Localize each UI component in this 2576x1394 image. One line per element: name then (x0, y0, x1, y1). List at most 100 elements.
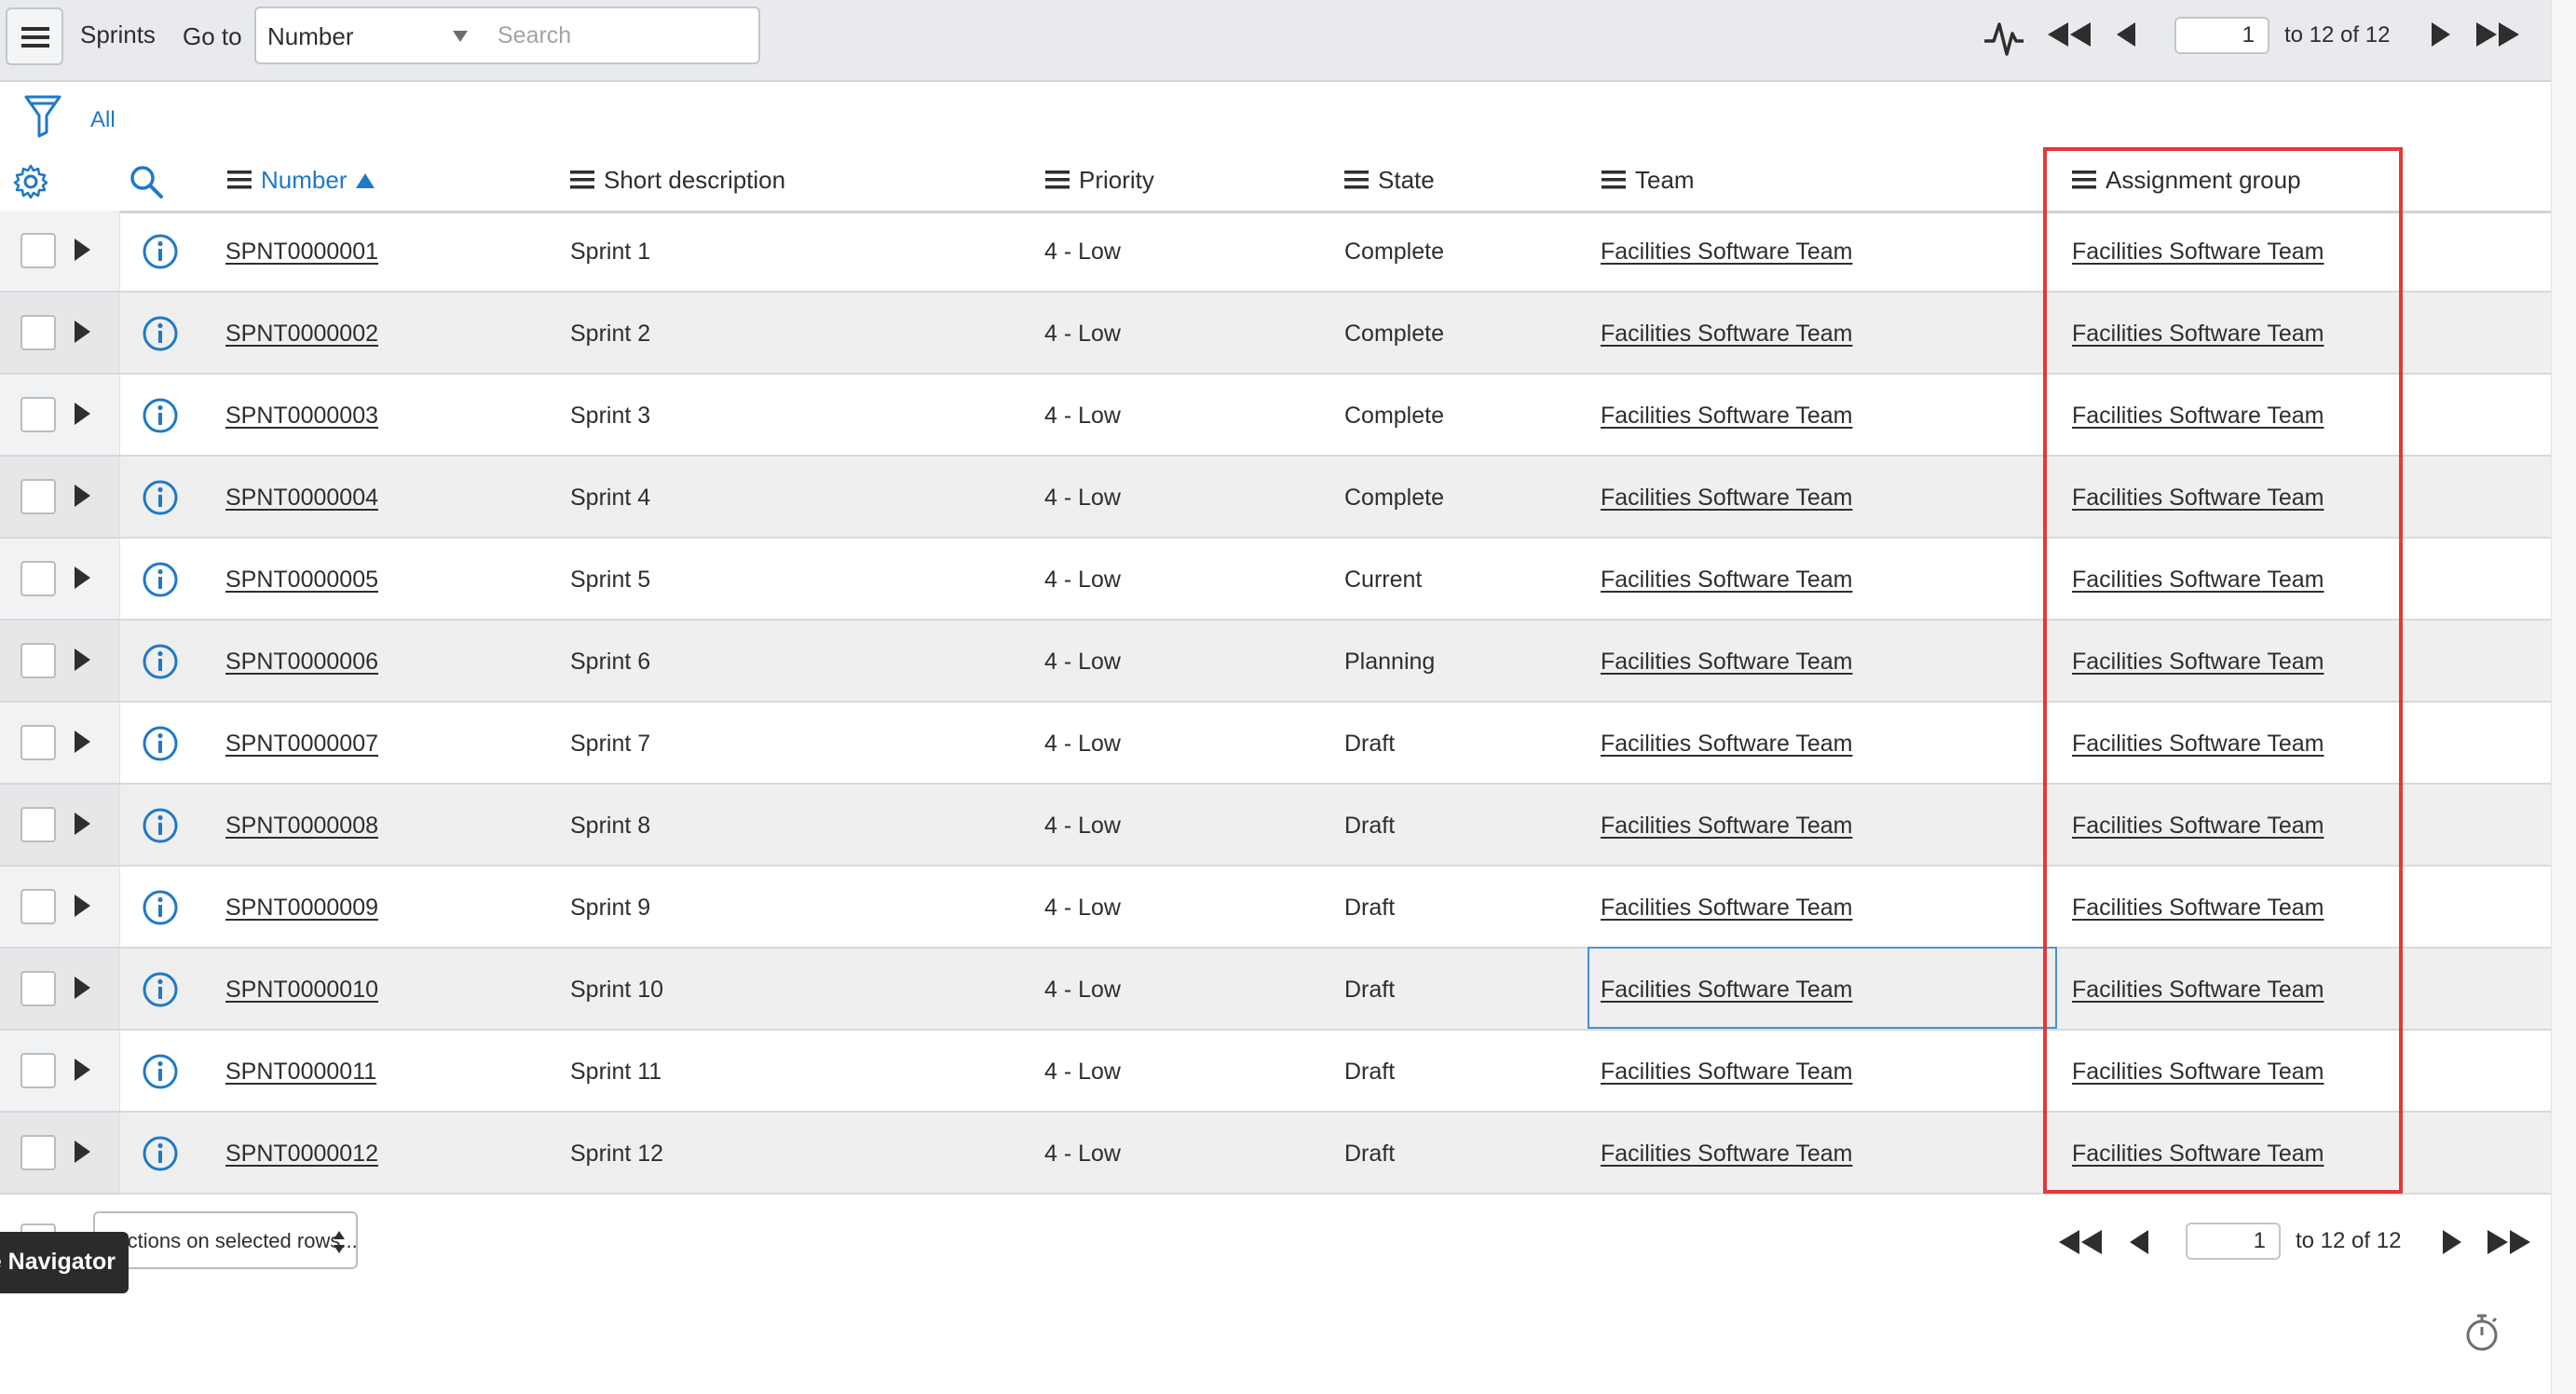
row-team-link[interactable]: Facilities Software Team (1601, 321, 1852, 348)
row-assignment-group-link[interactable]: Facilities Software Team (2072, 567, 2324, 594)
vertical-scrollbar[interactable] (2551, 0, 2576, 1394)
row-checkbox[interactable] (20, 889, 56, 924)
row-assignment-group-link[interactable]: Facilities Software Team (2072, 485, 2324, 512)
row-checkbox[interactable] (20, 397, 56, 432)
table-row[interactable]: SPNT0000011 Sprint 11 4 - Low Draft Faciliti… (0, 1031, 2551, 1113)
footer-last-page-icon[interactable] (2486, 1230, 2532, 1254)
row-assignment-group-link[interactable]: Facilities Software Team (2072, 731, 2324, 758)
row-assignment-group-link[interactable]: Facilities Software Team (2072, 239, 2324, 266)
table-row[interactable]: SPNT0000005 Sprint 5 4 - Low Current Facilit… (0, 539, 2551, 621)
row-number-link[interactable]: SPNT0000004 (225, 485, 378, 512)
row-team-link[interactable]: Facilities Software Team (1601, 895, 1852, 922)
table-row[interactable]: SPNT0000010 Sprint 10 4 - Low Draft Faciliti… (0, 947, 2551, 1031)
table-row[interactable]: SPNT0000001 Sprint 1 4 - Low Complete Facili… (0, 211, 2551, 293)
row-checkbox[interactable] (20, 807, 56, 842)
expand-row-icon[interactable] (73, 1059, 91, 1081)
row-number-link[interactable]: SPNT0000007 (225, 731, 378, 758)
column-menu-icon[interactable] (1045, 171, 1070, 189)
last-page-icon[interactable] (2474, 22, 2521, 47)
expand-row-icon[interactable] (73, 403, 91, 425)
expand-row-icon[interactable] (73, 895, 91, 917)
goto-field-select[interactable]: Number (254, 7, 483, 64)
gear-icon[interactable] (13, 164, 48, 199)
row-number-link[interactable]: SPNT0000010 (225, 977, 378, 1004)
info-icon[interactable] (142, 315, 179, 352)
row-checkbox[interactable] (20, 233, 56, 268)
column-header-team[interactable]: Team (1601, 166, 1695, 195)
row-assignment-group-link[interactable]: Facilities Software Team (2072, 1059, 2324, 1086)
row-team-link[interactable]: Facilities Software Team (1601, 1059, 1852, 1086)
row-assignment-group-link[interactable]: Facilities Software Team (2072, 403, 2324, 430)
row-number-link[interactable]: SPNT0000009 (225, 895, 378, 922)
table-row[interactable]: SPNT0000002 Sprint 2 4 - Low Complete Facili… (0, 293, 2551, 375)
actions-on-selected-rows-select[interactable]: Actions on selected rows... (93, 1211, 358, 1269)
row-assignment-group-link[interactable]: Facilities Software Team (2072, 649, 2324, 676)
page-number-input[interactable] (2174, 17, 2269, 54)
row-checkbox[interactable] (20, 479, 56, 514)
row-team-link[interactable]: Facilities Software Team (1601, 1141, 1852, 1168)
filter-icon[interactable] (24, 95, 61, 138)
table-row[interactable]: SPNT0000012 Sprint 12 4 - Low Draft Faciliti… (0, 1113, 2551, 1195)
column-header-short-description[interactable]: Short description (570, 166, 785, 195)
column-menu-icon[interactable] (227, 171, 252, 189)
footer-first-page-icon[interactable] (2057, 1230, 2104, 1254)
row-number-link[interactable]: SPNT0000002 (225, 321, 378, 348)
row-number-link[interactable]: SPNT0000006 (225, 649, 378, 676)
previous-page-icon[interactable] (2115, 22, 2137, 47)
row-checkbox[interactable] (20, 1135, 56, 1170)
info-icon[interactable] (142, 725, 179, 762)
row-number-link[interactable]: SPNT0000003 (225, 403, 378, 430)
expand-row-icon[interactable] (73, 1141, 91, 1163)
next-page-icon[interactable] (2430, 22, 2452, 47)
info-icon[interactable] (142, 971, 179, 1008)
row-team-link[interactable]: Facilities Software Team (1601, 567, 1852, 594)
info-icon[interactable] (142, 561, 179, 598)
filter-breadcrumb-all[interactable]: All (90, 107, 116, 133)
row-number-link[interactable]: SPNT0000012 (225, 1141, 378, 1168)
expand-row-icon[interactable] (73, 813, 91, 835)
row-checkbox[interactable] (20, 315, 56, 350)
row-number-link[interactable]: SPNT0000011 (225, 1059, 376, 1086)
expand-row-icon[interactable] (73, 567, 91, 589)
list-menu-button[interactable] (6, 7, 63, 65)
activity-pulse-icon[interactable] (1983, 17, 2025, 58)
row-number-link[interactable]: SPNT0000008 (225, 813, 378, 840)
info-icon[interactable] (142, 889, 179, 926)
table-row[interactable]: SPNT0000008 Sprint 8 4 - Low Draft Facilitie… (0, 785, 2551, 867)
table-row[interactable]: SPNT0000006 Sprint 6 4 - Low Planning Facili… (0, 621, 2551, 703)
info-icon[interactable] (142, 643, 179, 680)
row-assignment-group-link[interactable]: Facilities Software Team (2072, 813, 2324, 840)
row-checkbox[interactable] (20, 643, 56, 678)
footer-next-page-icon[interactable] (2441, 1230, 2463, 1254)
row-assignment-group-link[interactable]: Facilities Software Team (2072, 895, 2324, 922)
column-menu-icon[interactable] (1344, 171, 1369, 189)
info-icon[interactable] (142, 397, 179, 434)
column-menu-icon[interactable] (2072, 171, 2096, 189)
expand-row-icon[interactable] (73, 731, 91, 753)
footer-page-number-input[interactable] (2186, 1223, 2281, 1260)
row-checkbox[interactable] (20, 971, 56, 1006)
column-menu-icon[interactable] (1601, 171, 1626, 189)
info-icon[interactable] (142, 1053, 179, 1090)
expand-row-icon[interactable] (73, 239, 91, 261)
row-team-link[interactable]: Facilities Software Team (1601, 813, 1852, 840)
row-assignment-group-link[interactable]: Facilities Software Team (2072, 321, 2324, 348)
info-icon[interactable] (142, 233, 179, 270)
info-icon[interactable] (142, 479, 179, 516)
expand-row-icon[interactable] (73, 321, 91, 343)
row-checkbox[interactable] (20, 1053, 56, 1088)
stopwatch-icon[interactable] (2463, 1312, 2501, 1353)
row-checkbox[interactable] (20, 561, 56, 596)
row-team-link[interactable]: Facilities Software Team (1601, 731, 1852, 758)
row-assignment-group-link[interactable]: Facilities Software Team (2072, 1141, 2324, 1168)
row-team-link[interactable]: Facilities Software Team (1601, 649, 1852, 676)
row-number-link[interactable]: SPNT0000001 (225, 239, 378, 266)
row-team-link[interactable]: Facilities Software Team (1601, 403, 1852, 430)
expand-row-icon[interactable] (73, 977, 91, 999)
column-search-icon[interactable] (129, 164, 164, 199)
info-icon[interactable] (142, 807, 179, 844)
table-row[interactable]: SPNT0000004 Sprint 4 4 - Low Complete Facili… (0, 457, 2551, 539)
table-row[interactable]: SPNT0000003 Sprint 3 4 - Low Complete Facili… (0, 375, 2551, 457)
search-input[interactable] (481, 7, 760, 64)
column-header-assignment-group[interactable]: Assignment group (2072, 166, 2301, 195)
